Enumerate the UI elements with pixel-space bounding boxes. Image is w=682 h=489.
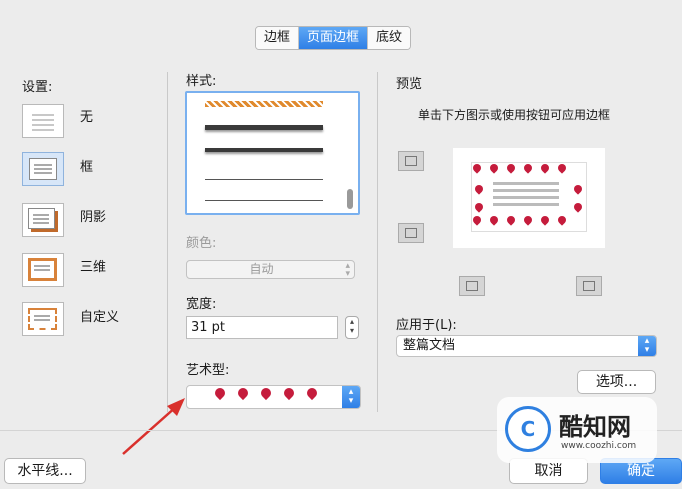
setting-3d-label[interactable]: 三维 — [80, 256, 106, 275]
heart-icon — [281, 385, 297, 401]
heart-icon — [473, 183, 485, 195]
bottom-border-button[interactable] — [398, 223, 424, 243]
heart-icon — [556, 162, 568, 174]
width-field[interactable]: 31 pt — [186, 316, 338, 339]
tab-borders[interactable]: 边框 — [256, 27, 300, 49]
watermark: C 酷知网 www.coozhi.com — [497, 397, 657, 463]
setting-custom-icon[interactable] — [22, 302, 64, 336]
width-stepper[interactable]: ▴ ▾ — [345, 316, 359, 339]
art-label: 艺术型: — [186, 363, 230, 378]
style-list-scrollbar[interactable] — [347, 189, 353, 209]
tab-shading[interactable]: 底纹 — [368, 27, 411, 49]
apply-to-label: 应用于(L): — [396, 318, 457, 333]
heart-icon — [522, 162, 534, 174]
right-divider — [377, 72, 378, 412]
watermark-url: www.coozhi.com — [561, 441, 637, 451]
style-option-medium[interactable] — [205, 148, 323, 152]
heart-icon — [572, 183, 584, 195]
heart-icon — [258, 385, 274, 401]
tab-page-borders[interactable]: 页面边框 — [299, 27, 369, 49]
heart-icon — [488, 162, 500, 174]
style-option-thick-shadow[interactable] — [205, 125, 323, 130]
watermark-logo-icon: C — [505, 406, 551, 452]
heart-icon — [488, 214, 500, 226]
setting-shadow-label[interactable]: 阴影 — [80, 206, 106, 225]
heart-icon — [539, 214, 551, 226]
art-select-chevron-icon: ▴ ▾ — [342, 386, 360, 408]
style-option-hairline[interactable] — [205, 200, 323, 201]
options-button[interactable]: 选项... — [577, 370, 656, 394]
style-title: 样式: — [186, 74, 217, 89]
settings-title: 设置: — [22, 80, 53, 95]
setting-box-label[interactable]: 框 — [80, 156, 93, 175]
art-preview — [212, 385, 320, 401]
setting-box-icon[interactable] — [22, 152, 64, 186]
art-select[interactable]: ▴ ▾ — [186, 385, 361, 409]
annotation-arrow — [122, 398, 185, 455]
heart-icon — [572, 201, 584, 213]
horizontal-line-button[interactable]: 水平线... — [4, 458, 86, 484]
heart-icon — [505, 214, 517, 226]
apply-to-select[interactable]: 整篇文档 ▴ ▾ — [396, 335, 657, 357]
width-label: 宽度: — [186, 297, 217, 312]
preview-pane[interactable] — [453, 148, 605, 248]
preview-hint: 单击下方图示或使用按钮可应用边框 — [418, 108, 611, 122]
heart-icon — [473, 201, 485, 213]
style-option-art[interactable] — [205, 101, 323, 107]
preview-title: 预览 — [396, 77, 423, 92]
right-border-button[interactable] — [576, 276, 602, 296]
left-border-button[interactable] — [459, 276, 485, 296]
setting-shadow-icon[interactable] — [22, 203, 64, 237]
setting-3d-icon[interactable] — [22, 253, 64, 287]
heart-icon — [471, 214, 483, 226]
heart-icon — [539, 162, 551, 174]
style-option-thin[interactable] — [205, 179, 323, 180]
apply-to-chevron-icon: ▴ ▾ — [638, 336, 656, 356]
color-label: 颜色: — [186, 236, 217, 251]
watermark-name: 酷知网 — [559, 413, 631, 441]
heart-icon — [304, 385, 320, 401]
left-divider — [167, 72, 168, 412]
setting-none-label[interactable]: 无 — [80, 106, 93, 125]
heart-icon — [522, 214, 534, 226]
style-list[interactable] — [185, 91, 360, 215]
tab-bar: 边框 页面边框 底纹 — [255, 26, 412, 50]
heart-icon — [471, 162, 483, 174]
color-select-chevron-icon: ▴ ▾ — [345, 261, 350, 279]
heart-icon — [556, 214, 568, 226]
apply-to-value: 整篇文档 — [403, 338, 456, 353]
preview-text-lines — [493, 182, 559, 185]
heart-icon — [212, 385, 228, 401]
heart-icon — [235, 385, 251, 401]
heart-icon — [505, 162, 517, 174]
setting-none-icon[interactable] — [22, 104, 64, 138]
color-select-value: 自动 — [249, 262, 274, 276]
setting-custom-label[interactable]: 自定义 — [80, 306, 119, 325]
top-border-button[interactable] — [398, 151, 424, 171]
color-select[interactable]: 自动 ▴ ▾ — [186, 260, 355, 279]
